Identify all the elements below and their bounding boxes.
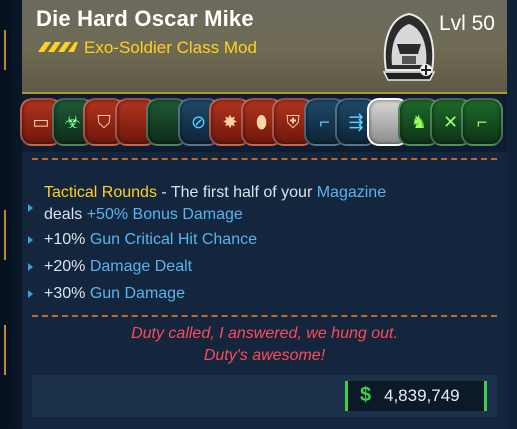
item-price: 4,839,749 <box>384 386 460 405</box>
item-type: Exo-Soldier Class Mod <box>84 38 257 57</box>
rarity-chevrons-icon <box>38 42 78 52</box>
background-bracket <box>4 30 16 70</box>
hooded-soldier-portrait-icon <box>382 12 436 81</box>
background-bracket <box>4 325 16 375</box>
item-name: Die Hard Oscar Mike <box>36 6 254 31</box>
flavor-text-line: Duty called, I answered, we hung out. <box>131 325 398 342</box>
stat-line-gun-damage: +30% Gun Damage <box>28 285 185 303</box>
flavor-text-line: Duty's awesome! <box>203 347 326 364</box>
item-card: Die Hard Oscar Mike Exo-Soldier Class Mo… <box>20 0 507 429</box>
divider <box>32 158 497 160</box>
item-header: Die Hard Oscar Mike Exo-Soldier Class Mo… <box>22 0 507 95</box>
pistol-icon[interactable]: ⌐ <box>461 98 503 146</box>
stat-line-damage: +20% Damage Dealt <box>28 258 192 276</box>
divider <box>32 315 497 317</box>
background-panel-right <box>506 0 517 429</box>
item-level: Lvl 50 <box>438 12 495 35</box>
stat-line-crit: +10% Gun Critical Hit Chance <box>28 231 257 249</box>
money-icon: $ <box>360 384 372 406</box>
primary-perk: Tactical Rounds - The first half of your… <box>28 182 464 226</box>
perk-name: Tactical Rounds <box>44 184 157 201</box>
background-bracket <box>4 210 16 260</box>
